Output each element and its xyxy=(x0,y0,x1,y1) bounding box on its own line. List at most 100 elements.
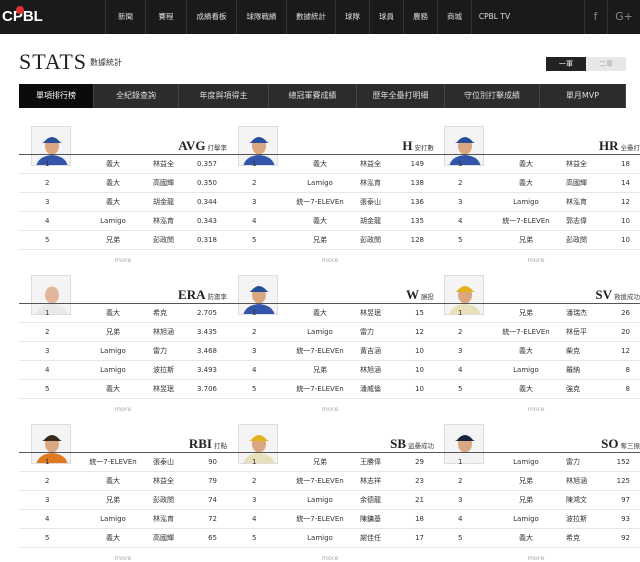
second-team-toggle[interactable]: 二軍 xyxy=(586,57,626,71)
leader-row[interactable]: 3兄弟陳鴻文97 xyxy=(432,491,640,510)
leader-row[interactable]: 2兄弟林旭涵3.435 xyxy=(19,323,227,342)
player-name[interactable]: 林志祥 xyxy=(360,472,381,491)
leader-row[interactable]: 3Lamigo林泓育12 xyxy=(432,193,640,212)
nav-item[interactable]: 球隊 xyxy=(335,0,369,34)
google-plus-icon[interactable]: G+ xyxy=(607,0,640,34)
nav-item[interactable]: 數據統計 xyxy=(286,0,335,34)
leader-row[interactable]: 1統一7-ELEVEn張泰山90 xyxy=(19,453,227,472)
player-name[interactable]: 張泰山 xyxy=(360,193,381,212)
leader-row[interactable]: 3兄弟彭政閔74 xyxy=(19,491,227,510)
player-name[interactable]: 彭政閔 xyxy=(360,231,381,250)
player-name[interactable]: 黃吉涵 xyxy=(360,342,381,361)
leader-row[interactable]: 4統一7-ELEVEn陳鏞基18 xyxy=(226,510,434,529)
player-name[interactable]: 林昱珉 xyxy=(360,304,381,323)
player-name[interactable]: 彭政閔 xyxy=(153,491,174,510)
player-name[interactable]: 雷力 xyxy=(566,453,580,472)
player-name[interactable]: 潘瑞杰 xyxy=(566,304,587,323)
player-name[interactable]: 林昱珉 xyxy=(153,380,174,399)
leader-row[interactable]: 5兄弟彭政閔128 xyxy=(226,231,434,250)
leader-row[interactable]: 3義大胡金龍0.344 xyxy=(19,193,227,212)
player-name[interactable]: 胡金龍 xyxy=(360,212,381,231)
nav-item[interactable]: CPBL TV xyxy=(471,0,517,34)
player-name[interactable]: 林旭涵 xyxy=(153,323,174,342)
stats-tab[interactable]: 全紀錄查詢 xyxy=(94,84,179,108)
stats-tab[interactable]: 年度與項得主 xyxy=(179,84,269,108)
stats-tab[interactable]: 守位別打擊成績 xyxy=(445,84,540,108)
player-name[interactable]: 林益全 xyxy=(153,472,174,491)
more-link[interactable]: more xyxy=(226,554,434,562)
player-name[interactable]: 羅納 xyxy=(566,361,580,380)
leader-row[interactable]: 1義大林益全0.357 xyxy=(19,155,227,174)
leader-row[interactable]: 4義大胡金龍135 xyxy=(226,212,434,231)
player-name[interactable]: 希克 xyxy=(153,304,167,323)
leader-row[interactable]: 5義大林昱珉3.706 xyxy=(19,380,227,399)
leader-row[interactable]: 2Lamigo林泓育138 xyxy=(226,174,434,193)
more-link[interactable]: more xyxy=(432,405,640,413)
player-name[interactable]: 林岳平 xyxy=(566,323,587,342)
more-link[interactable]: more xyxy=(19,405,227,413)
leader-row[interactable]: 4Lamigo林泓育0.343 xyxy=(19,212,227,231)
leader-row[interactable]: 4兄弟林旭涵10 xyxy=(226,361,434,380)
leader-row[interactable]: 3統一7-ELEVEn黃吉涵10 xyxy=(226,342,434,361)
nav-item[interactable]: 成績看板 xyxy=(186,0,236,34)
leader-row[interactable]: 1兄弟王勝偉29 xyxy=(226,453,434,472)
player-name[interactable]: 陳鴻文 xyxy=(566,491,587,510)
player-name[interactable]: 潘威倫 xyxy=(360,380,381,399)
more-link[interactable]: more xyxy=(19,554,227,562)
stats-tab[interactable]: 單月MVP xyxy=(540,84,626,108)
leader-row[interactable]: 1Lamigo雷力152 xyxy=(432,453,640,472)
player-name[interactable]: 陳鏞基 xyxy=(360,510,381,529)
player-name[interactable]: 林泓育 xyxy=(360,174,381,193)
nav-item[interactable]: 球隊戰績 xyxy=(236,0,286,34)
player-name[interactable]: 林旭涵 xyxy=(566,472,587,491)
player-name[interactable]: 余德龍 xyxy=(360,491,381,510)
player-name[interactable]: 林益全 xyxy=(566,155,587,174)
nav-item[interactable]: 農務 xyxy=(403,0,437,34)
leader-row[interactable]: 4Lamigo波拉斯3.493 xyxy=(19,361,227,380)
player-name[interactable]: 林旭涵 xyxy=(360,361,381,380)
more-link[interactable]: more xyxy=(19,256,227,264)
stats-tab[interactable]: 總冠軍賽成績 xyxy=(269,84,357,108)
leader-row[interactable]: 3義大柴克12 xyxy=(432,342,640,361)
more-link[interactable]: more xyxy=(432,554,640,562)
leader-row[interactable]: 4Lamigo林泓育72 xyxy=(19,510,227,529)
nav-item[interactable]: 新聞 xyxy=(105,0,145,34)
leader-row[interactable]: 2義大高國輝14 xyxy=(432,174,640,193)
leader-row[interactable]: 2Lamigo雷力12 xyxy=(226,323,434,342)
player-name[interactable]: 高國輝 xyxy=(566,174,587,193)
first-team-toggle[interactable]: 一軍 xyxy=(546,57,586,71)
player-name[interactable]: 王勝偉 xyxy=(360,453,381,472)
player-name[interactable]: 張泰山 xyxy=(153,453,174,472)
stats-tab[interactable]: 歷年全壘打明細 xyxy=(357,84,445,108)
player-name[interactable]: 彭政閔 xyxy=(153,231,174,250)
player-name[interactable]: 彭政閔 xyxy=(566,231,587,250)
leader-row[interactable]: 2義大高國輝0.350 xyxy=(19,174,227,193)
leader-row[interactable]: 5義大強克8 xyxy=(432,380,640,399)
leader-row[interactable]: 4Lamigo波拉斯93 xyxy=(432,510,640,529)
leader-row[interactable]: 1義大林益全18 xyxy=(432,155,640,174)
cpbl-logo[interactable]: CPBL xyxy=(2,4,48,30)
stats-tab[interactable]: 單項排行榜 xyxy=(19,84,94,108)
player-name[interactable]: 林泓育 xyxy=(566,193,587,212)
leader-row[interactable]: 3Lamigo余德龍21 xyxy=(226,491,434,510)
leader-row[interactable]: 5兄弟彭政閔10 xyxy=(432,231,640,250)
leader-row[interactable]: 5統一7-ELEVEn潘威倫10 xyxy=(226,380,434,399)
leader-row[interactable]: 1義大林昱珉15 xyxy=(226,304,434,323)
more-link[interactable]: more xyxy=(226,405,434,413)
leader-row[interactable]: 2統一7-ELEVEn林志祥23 xyxy=(226,472,434,491)
player-name[interactable]: 雷力 xyxy=(153,342,167,361)
player-name[interactable]: 林益全 xyxy=(153,155,174,174)
leader-row[interactable]: 3Lamigo雷力3.468 xyxy=(19,342,227,361)
player-name[interactable]: 胡金龍 xyxy=(153,193,174,212)
nav-item[interactable]: 賽程 xyxy=(145,0,186,34)
nav-item[interactable]: 球員 xyxy=(369,0,403,34)
leader-row[interactable]: 4Lamigo羅納8 xyxy=(432,361,640,380)
player-name[interactable]: 林泓育 xyxy=(153,212,174,231)
player-name[interactable]: 林泓育 xyxy=(153,510,174,529)
facebook-icon[interactable]: f xyxy=(584,0,606,34)
leader-row[interactable]: 1義大希克2.705 xyxy=(19,304,227,323)
player-name[interactable]: 高國輝 xyxy=(153,174,174,193)
leader-row[interactable]: 1兄弟潘瑞杰26 xyxy=(432,304,640,323)
more-link[interactable]: more xyxy=(226,256,434,264)
player-name[interactable]: 波拉斯 xyxy=(153,361,174,380)
